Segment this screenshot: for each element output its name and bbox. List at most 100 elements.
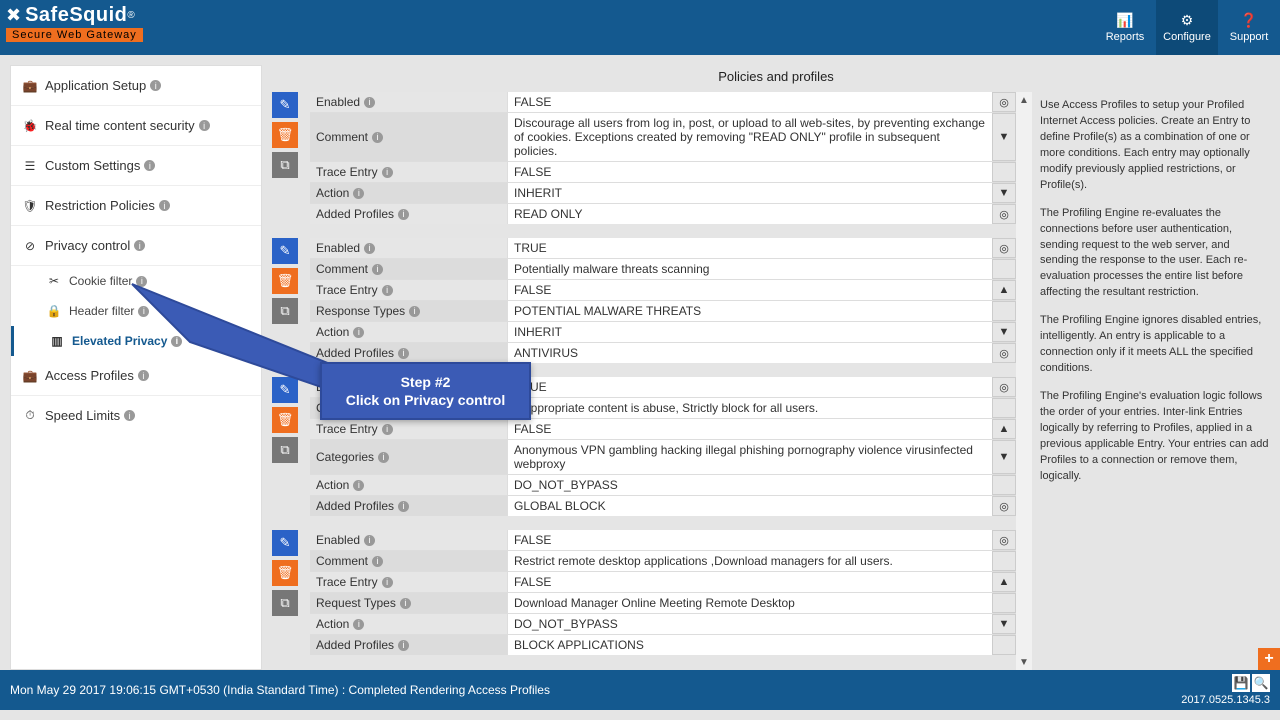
policy-row: Added ProfilesiREAD ONLY◎ <box>310 203 1016 224</box>
info-icon[interactable]: i <box>400 598 411 609</box>
info-icon[interactable]: i <box>378 452 389 463</box>
info-icon[interactable]: i <box>144 160 155 171</box>
info-icon[interactable]: i <box>382 285 393 296</box>
sidebar-item-custom-settings[interactable]: ☰Custom Settingsi <box>11 146 261 186</box>
logo-text: SafeSquid <box>25 4 127 27</box>
row-label: Request Typesi <box>310 593 508 613</box>
row-value: FALSE <box>508 162 992 182</box>
callout-arrow <box>130 282 330 392</box>
page-title: Policies and profiles <box>272 63 1280 92</box>
row-control[interactable]: ▼ <box>992 440 1016 474</box>
delete-button[interactable]: 🗑 <box>272 407 298 433</box>
row-value: FALSE <box>508 572 992 592</box>
save-button[interactable]: 💾 <box>1232 674 1250 692</box>
row-control[interactable]: ▲ <box>992 419 1016 439</box>
row-label: Trace Entryi <box>310 162 508 182</box>
info-icon[interactable]: i <box>398 348 409 359</box>
info-icon[interactable]: i <box>382 167 393 178</box>
row-control[interactable]: ▼ <box>992 183 1016 203</box>
info-icon[interactable]: i <box>124 410 135 421</box>
copy-button[interactable]: ⧉ <box>272 590 298 616</box>
edit-button[interactable]: ✎ <box>272 92 298 118</box>
row-label: Enabledi <box>310 238 508 258</box>
row-label: Actioni <box>310 183 508 203</box>
row-control[interactable]: ▼ <box>992 113 1016 161</box>
sidebar-item-privacy-control[interactable]: ⊘Privacy controli <box>11 226 261 266</box>
scroll-down-icon[interactable]: ▼ <box>1016 654 1032 670</box>
policy-row: ActioniDO_NOT_BYPASS <box>310 474 1016 495</box>
info-icon[interactable]: i <box>353 619 364 630</box>
info-icon[interactable]: i <box>398 640 409 651</box>
info-icon[interactable]: i <box>372 132 383 143</box>
policy-row: EnablediFALSE◎ <box>310 530 1016 550</box>
info-icon[interactable]: i <box>398 209 409 220</box>
policy-row: CommentiPotentially malware threats scan… <box>310 258 1016 279</box>
policy-row: Response TypesiPOTENTIAL MALWARE THREATS <box>310 300 1016 321</box>
reports-button[interactable]: 📊Reports <box>1094 0 1156 55</box>
chart-icon: 📊 <box>1116 12 1133 29</box>
shield-icon: 🛡 <box>21 199 39 213</box>
sidebar-item-realtime-security[interactable]: 🐞Real time content securityi <box>11 106 261 146</box>
row-control <box>992 593 1016 613</box>
support-button[interactable]: ❓Support <box>1218 0 1280 55</box>
info-icon[interactable]: i <box>409 306 420 317</box>
row-value: DO_NOT_BYPASS <box>508 614 992 634</box>
row-value: Potentially malware threats scanning <box>508 259 992 279</box>
info-icon[interactable]: i <box>372 556 383 567</box>
row-control[interactable]: ◎ <box>992 377 1016 397</box>
info-icon[interactable]: i <box>353 188 364 199</box>
info-icon[interactable]: i <box>159 200 170 211</box>
row-control <box>992 259 1016 279</box>
info-icon[interactable]: i <box>150 80 161 91</box>
sidebar-item-speed-limits[interactable]: ⏱Speed Limitsi <box>11 396 261 435</box>
info-icon[interactable]: i <box>199 120 210 131</box>
delete-button[interactable]: 🗑 <box>272 560 298 586</box>
edit-button[interactable]: ✎ <box>272 238 298 264</box>
row-control[interactable]: ◎ <box>992 343 1016 363</box>
vertical-scrollbar[interactable]: ▲ ▼ <box>1016 92 1032 670</box>
info-icon[interactable]: i <box>382 577 393 588</box>
callout-title: Step #2 <box>328 374 523 390</box>
row-control[interactable]: ◎ <box>992 496 1016 516</box>
row-control[interactable]: ◎ <box>992 238 1016 258</box>
row-label: Added Profilesi <box>310 496 508 516</box>
row-control[interactable]: ▲ <box>992 280 1016 300</box>
row-control[interactable]: ◎ <box>992 92 1016 112</box>
info-icon[interactable]: i <box>364 97 375 108</box>
info-icon[interactable]: i <box>398 501 409 512</box>
help-panel: Use Access Profiles to setup your Profil… <box>1032 92 1280 670</box>
add-entry-button[interactable]: + <box>1258 648 1280 670</box>
info-icon[interactable]: i <box>353 327 364 338</box>
sidebar-item-restriction-policies[interactable]: 🛡Restriction Policiesi <box>11 186 261 226</box>
policy-row: Trace EntryiFALSE▲ <box>310 418 1016 439</box>
row-control[interactable]: ◎ <box>992 530 1016 550</box>
scroll-up-icon[interactable]: ▲ <box>1016 92 1032 108</box>
info-icon[interactable]: i <box>372 264 383 275</box>
info-icon[interactable]: i <box>134 240 145 251</box>
callout-text: Click on Privacy control <box>328 392 523 408</box>
policy-row: Added ProfilesiANTIVIRUS◎ <box>310 342 1016 363</box>
edit-button[interactable]: ✎ <box>272 530 298 556</box>
row-value: Anonymous VPN gambling hacking illegal p… <box>508 440 992 474</box>
row-control[interactable]: ▼ <box>992 614 1016 634</box>
configure-button[interactable]: ⚙Configure <box>1156 0 1218 55</box>
row-control[interactable]: ◎ <box>992 204 1016 224</box>
row-control[interactable]: ▼ <box>992 322 1016 342</box>
search-button[interactable]: 🔍 <box>1252 674 1270 692</box>
row-label: Added Profilesi <box>310 635 508 655</box>
info-icon[interactable]: i <box>382 424 393 435</box>
copy-button[interactable]: ⧉ <box>272 152 298 178</box>
logo: ✖ SafeSquid ® Secure Web Gateway <box>0 0 149 46</box>
row-value: FALSE <box>508 280 992 300</box>
row-control <box>992 398 1016 418</box>
delete-button[interactable]: 🗑 <box>272 122 298 148</box>
policy-row: CommentiDiscourage all users from log in… <box>310 112 1016 161</box>
row-control[interactable]: ▲ <box>992 572 1016 592</box>
copy-button[interactable]: ⧉ <box>272 437 298 463</box>
info-icon[interactable]: i <box>364 243 375 254</box>
info-icon[interactable]: i <box>353 480 364 491</box>
info-icon[interactable]: i <box>364 535 375 546</box>
sidebar-item-application-setup[interactable]: 💼Application Setupi <box>11 66 261 106</box>
gauge-icon: ⏱ <box>21 408 39 423</box>
row-label: Actioni <box>310 614 508 634</box>
